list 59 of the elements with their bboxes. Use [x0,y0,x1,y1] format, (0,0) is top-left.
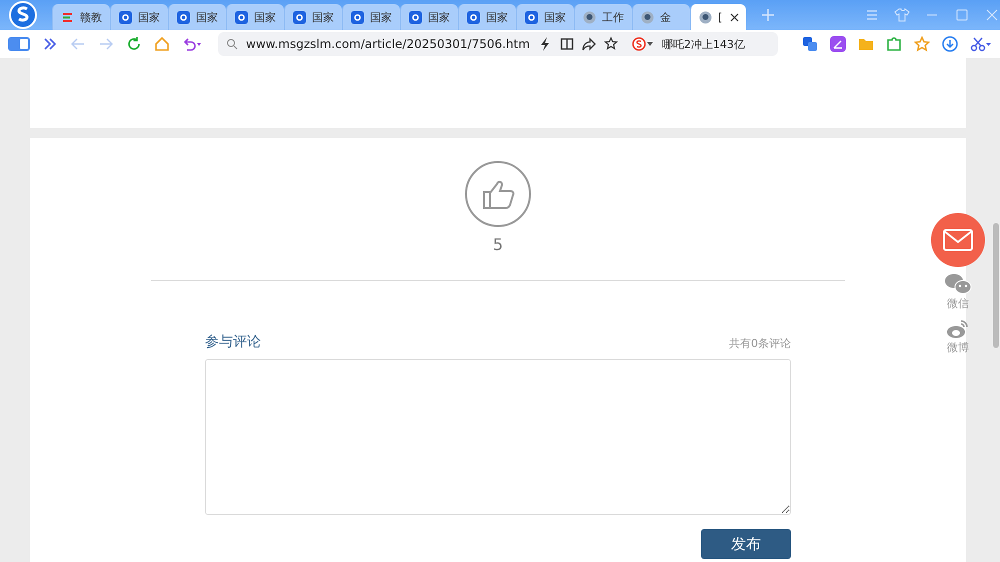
reload-icon[interactable] [126,36,142,52]
browser-tab[interactable]: 工作 [574,4,632,30]
browser-tab[interactable]: 国家 [342,4,400,30]
translate-icon[interactable] [802,36,818,52]
browser-logo[interactable] [8,0,38,30]
search-engine-icon[interactable] [632,36,654,52]
browser-tab[interactable]: 国家 [516,4,574,30]
comment-heading: 参与评论 [205,333,261,351]
new-tab-icon[interactable] [760,7,776,23]
browser-tab[interactable]: 国家 [168,4,226,30]
envelope-icon [943,229,973,251]
publish-button[interactable]: 发布 [701,529,791,559]
star-icon[interactable] [914,36,930,52]
weibo-icon[interactable] [946,319,970,339]
address-bar[interactable]: www.msgzslm.com/article/20250301/7506.htm 哪吒2冲上143亿 [218,32,778,56]
shirt-icon[interactable] [894,7,910,23]
tab-icon [235,10,248,24]
book-icon[interactable] [560,36,574,52]
browser-tab[interactable]: 金 [632,4,690,30]
search-suggestion[interactable]: 哪吒2冲上143亿 [662,36,745,52]
comment-count: 共有0条评论 [729,336,791,351]
browser-tab[interactable]: 国家 [458,4,516,30]
double-chevron-icon[interactable] [42,36,58,52]
download-icon[interactable] [942,36,958,52]
tab-icon [61,10,74,24]
home-icon[interactable] [154,36,170,52]
url-text: www.msgzslm.com/article/20250301/7506.htm [246,37,530,51]
pencil-icon[interactable] [830,36,846,52]
maximize-icon[interactable] [954,7,970,23]
like-count: 5 [492,235,504,254]
tab-icon [293,10,306,24]
tab-icon [119,10,132,24]
tab-icon [409,10,422,24]
close-icon[interactable] [730,12,740,22]
globe-icon [641,10,654,24]
browser-tab[interactable]: 国家 [284,4,342,30]
globe-icon [699,10,712,24]
browser-tab[interactable]: 国家 [400,4,458,30]
comment-field[interactable] [205,359,791,515]
browser-tab[interactable]: [ [690,4,746,30]
scrollbar-thumb[interactable] [993,223,999,348]
globe-icon [583,10,596,24]
share-icon[interactable] [582,36,596,52]
browser-tab[interactable]: 国家 [226,4,284,30]
browser-tab[interactable]: 国家 [110,4,168,30]
undo-icon[interactable] [182,36,202,52]
browser-tab[interactable]: 赣教 [52,4,110,30]
forward-icon[interactable] [98,36,114,52]
tab-icon [467,10,480,24]
folder-icon[interactable] [858,36,874,52]
star-add-icon[interactable] [604,36,618,52]
scissors-icon[interactable] [970,36,992,52]
tab-icon [525,10,538,24]
tab-icon [177,10,190,24]
search-icon [226,38,238,50]
tab-icon [351,10,364,24]
chat-bubbles-icon[interactable] [944,273,972,295]
back-icon[interactable] [70,36,86,52]
sidebar-icon[interactable] [8,36,30,52]
